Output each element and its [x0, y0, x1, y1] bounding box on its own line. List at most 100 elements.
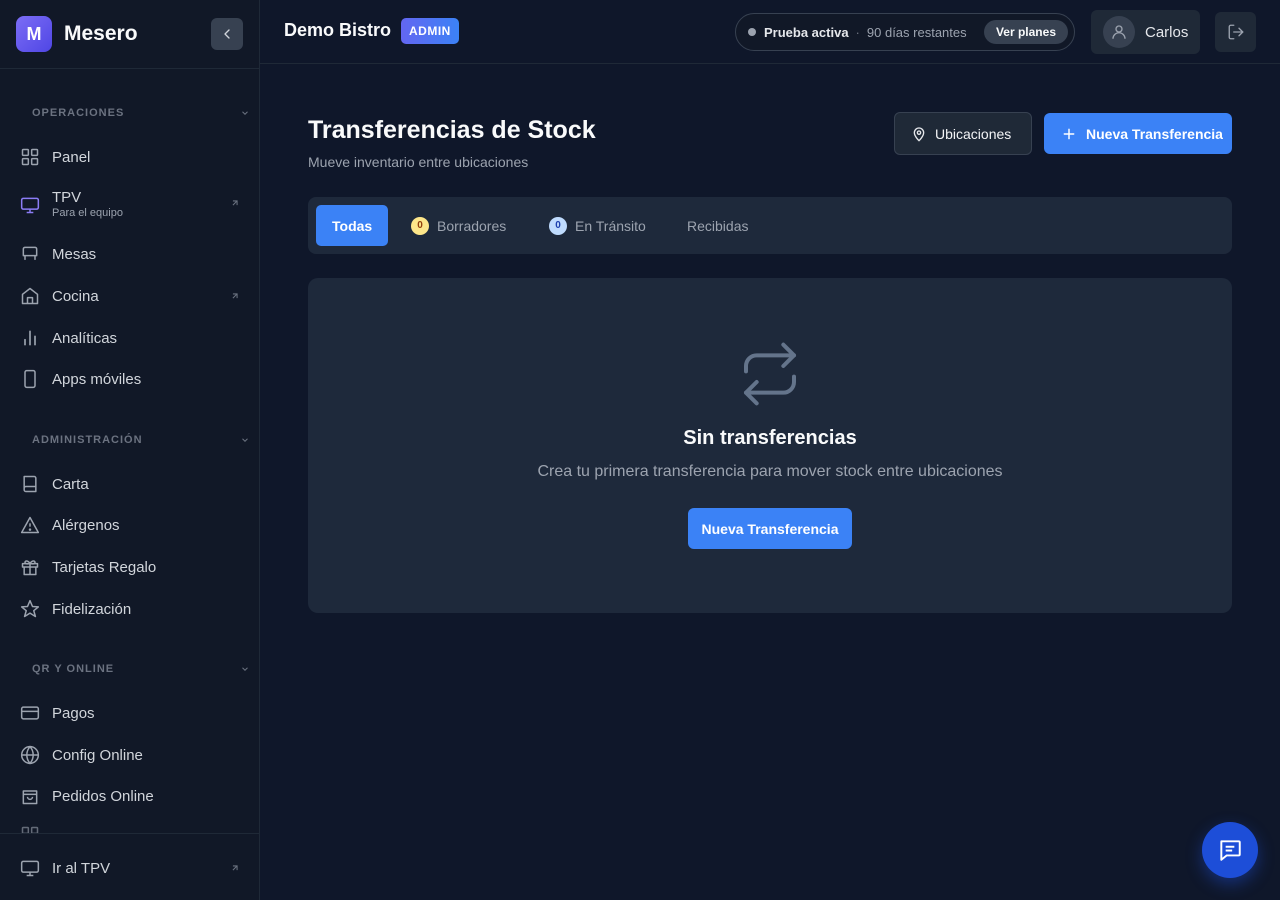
grid-icon — [20, 825, 40, 833]
warning-icon — [20, 515, 40, 535]
sidebar-item-fidelizacion[interactable]: Fidelización — [20, 599, 242, 619]
sidebar-item-cocina[interactable]: Cocina — [20, 286, 242, 306]
chat-icon — [1217, 837, 1243, 863]
trial-status-label: Prueba activa — [764, 24, 849, 40]
business-name: Demo Bistro — [284, 20, 392, 40]
transfer-arrows-icon — [738, 342, 802, 406]
go-to-tpv-link[interactable]: Ir al TPV — [20, 858, 242, 878]
star-icon — [20, 599, 40, 619]
chat-button[interactable] — [1202, 822, 1258, 878]
shopping-bag-icon — [20, 786, 40, 806]
globe-icon — [20, 745, 40, 765]
sidebar-item-label: Config Online — [52, 746, 143, 764]
section-title: ADMINISTRACIÓN — [32, 434, 143, 446]
sidebar-item-label: Carta — [52, 475, 89, 493]
map-pin-icon — [911, 126, 927, 142]
chair-icon — [20, 244, 40, 264]
sidebar-item-mesas[interactable]: Mesas — [20, 244, 242, 264]
chevron-down-icon — [240, 435, 250, 445]
monitor-icon — [20, 858, 40, 878]
section-qr-online[interactable]: QR Y ONLINE — [32, 663, 250, 675]
section-administracion[interactable]: ADMINISTRACIÓN — [32, 434, 250, 446]
sidebar-item-tpv[interactable]: TPV Para el equipo — [20, 187, 242, 227]
view-plans-button[interactable]: Ver planes — [983, 20, 1068, 44]
sidebar-item-label: Pagos — [52, 704, 95, 722]
page-title: Transferencias de Stock — [308, 116, 596, 144]
book-icon — [20, 474, 40, 494]
collapse-sidebar-button[interactable] — [211, 18, 243, 50]
credit-card-icon — [20, 703, 40, 723]
chevron-left-icon — [219, 26, 235, 42]
brand: M Mesero — [0, 0, 259, 69]
sidebar-item-label: Apps móviles — [52, 370, 142, 388]
gift-icon — [20, 557, 40, 577]
sidebar-item-analiticas[interactable]: Analíticas — [20, 328, 242, 348]
sidebar-item-label: Panel — [52, 148, 91, 166]
locations-button[interactable]: Ubicaciones — [894, 112, 1032, 155]
sidebar-item-pagos[interactable]: Pagos — [20, 703, 242, 723]
tab-label: Borradores — [437, 217, 507, 234]
brand-logo: M — [16, 16, 52, 52]
status-tabs: Todas 0 Borradores 0 En Tránsito Recibid… — [308, 197, 1232, 254]
sidebar-nav: OPERACIONES Panel TPV Para el equipo Mes… — [0, 69, 259, 833]
user-icon — [1110, 23, 1128, 41]
sidebar-item-label: Cocina — [52, 287, 99, 305]
trial-status: Prueba activa · 90 días restantes Ver pl… — [735, 13, 1075, 51]
user-name: Carlos — [1145, 23, 1189, 41]
sidebar-item-label: Alérgenos — [52, 516, 120, 534]
tab-todas[interactable]: Todas — [316, 205, 389, 246]
chevron-down-icon — [240, 664, 250, 674]
logout-button[interactable] — [1215, 12, 1256, 52]
empty-state-description: Crea tu primera transferencia para mover… — [537, 463, 1003, 480]
sidebar-item-alergenos[interactable]: Alérgenos — [20, 515, 242, 535]
external-link-icon — [230, 863, 240, 873]
sidebar-item-label: Mesas — [52, 245, 97, 263]
empty-new-transfer-button[interactable]: Nueva Transferencia — [688, 508, 852, 549]
role-badge: ADMIN — [401, 18, 459, 44]
sidebar-item-apps-moviles[interactable]: Apps móviles — [20, 369, 242, 389]
sidebar-item-partial[interactable] — [20, 825, 242, 833]
sidebar-item-label: Tarjetas Regalo — [52, 558, 157, 576]
trial-days-remaining: 90 días restantes — [866, 24, 967, 40]
sidebar-footer: Ir al TPV — [0, 833, 259, 900]
monitor-icon — [20, 195, 40, 215]
sidebar-item-label: Fidelización — [52, 600, 132, 618]
page-subtitle: Mueve inventario entre ubicaciones — [308, 154, 529, 170]
go-to-tpv-label: Ir al TPV — [52, 859, 111, 877]
logout-icon — [1227, 23, 1245, 41]
section-title: QR Y ONLINE — [32, 663, 115, 675]
avatar — [1103, 16, 1135, 48]
new-transfer-button[interactable]: Nueva Transferencia — [1044, 113, 1232, 154]
user-menu-button[interactable]: Carlos — [1091, 10, 1200, 54]
locations-label: Ubicaciones — [935, 125, 1012, 142]
count-badge: 0 — [411, 216, 429, 235]
plus-icon — [1062, 127, 1076, 141]
count-badge: 0 — [549, 216, 567, 235]
sidebar: M Mesero OPERACIONES Panel TPV Para el e… — [0, 0, 260, 900]
sidebar-item-pedidos-online[interactable]: Pedidos Online — [20, 786, 242, 806]
sidebar-item-carta[interactable]: Carta — [20, 474, 242, 494]
tab-label: En Tránsito — [575, 217, 646, 234]
tab-label: Todas — [332, 217, 373, 234]
section-operaciones[interactable]: OPERACIONES — [32, 107, 250, 119]
chevron-down-icon — [240, 108, 250, 118]
bar-chart-icon — [20, 328, 40, 348]
tab-en-transito[interactable]: 0 En Tránsito — [549, 205, 646, 246]
empty-state: Sin transferencias Crea tu primera trans… — [308, 278, 1232, 613]
topbar: Demo Bistro ADMIN Prueba activa · 90 día… — [260, 0, 1280, 64]
tab-recibidas[interactable]: Recibidas — [687, 205, 748, 246]
tab-borradores[interactable]: 0 Borradores — [411, 205, 506, 246]
sidebar-item-sublabel: Para el equipo — [52, 207, 123, 219]
sidebar-item-label: TPV — [52, 189, 82, 206]
tab-label: Recibidas — [687, 217, 749, 234]
sidebar-item-config-online[interactable]: Config Online — [20, 745, 242, 765]
external-link-icon — [230, 198, 240, 208]
external-link-icon — [230, 291, 240, 301]
home-icon — [20, 286, 40, 306]
sidebar-item-label: Analíticas — [52, 329, 118, 347]
section-title: OPERACIONES — [32, 107, 125, 119]
sidebar-item-tarjetas-regalo[interactable]: Tarjetas Regalo — [20, 557, 242, 577]
sidebar-item-panel[interactable]: Panel — [20, 147, 242, 167]
brand-name: Mesero — [64, 22, 138, 45]
smartphone-icon — [20, 369, 40, 389]
